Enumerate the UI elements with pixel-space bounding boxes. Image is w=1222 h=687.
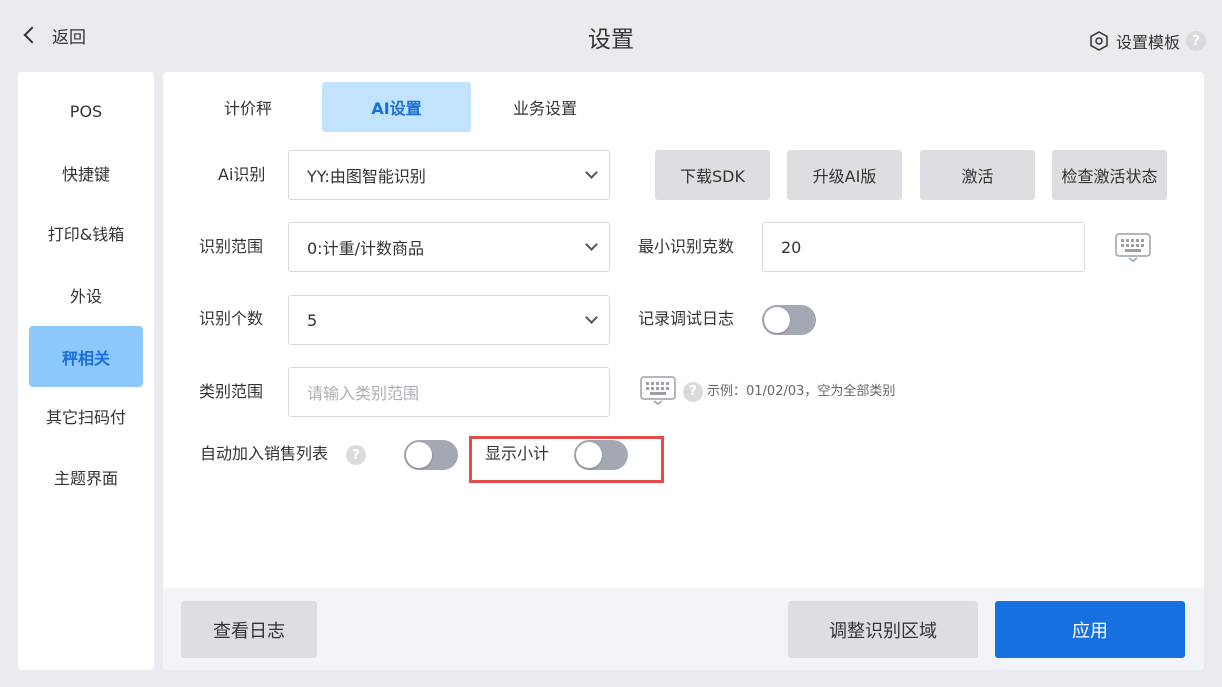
min-grams-value: 20 <box>781 237 802 257</box>
sidebar-item-shortcuts[interactable]: 快捷键 <box>29 142 143 203</box>
check-activation-button[interactable]: 检查激活状态 <box>1052 150 1167 200</box>
adjust-region-button[interactable]: 调整识别区域 <box>788 601 978 658</box>
sidebar: POS 快捷键 打印&钱箱 外设 秤相关 其它扫码付 主题界面 <box>18 72 154 670</box>
debug-log-label: 记录调试日志 <box>638 309 735 328</box>
main-panel: 计价秤 AI设置 业务设置 Ai识别 YY:由图智能识别 下载SDK 升级AI版… <box>163 72 1204 670</box>
sidebar-item-pos[interactable]: POS <box>29 81 143 142</box>
sidebar-item-scale[interactable]: 秤相关 <box>29 326 143 387</box>
tab-scale[interactable]: 计价秤 <box>193 82 303 132</box>
recognition-range-select[interactable]: 0:计重/计数商品 <box>288 222 610 272</box>
keyboard-icon[interactable] <box>640 376 676 406</box>
debug-log-toggle[interactable] <box>762 305 816 335</box>
sidebar-item-other-scan-pay[interactable]: 其它扫码付 <box>29 385 143 446</box>
page-title: 设置 <box>588 27 634 53</box>
activate-button[interactable]: 激活 <box>920 150 1035 200</box>
recognition-count-value: 5 <box>307 310 318 330</box>
chevron-down-icon <box>585 238 598 251</box>
settings-template-label: 设置模板 <box>1115 33 1180 52</box>
help-icon[interactable]: ? <box>346 445 366 465</box>
category-range-placeholder: 请输入类别范围 <box>307 384 420 403</box>
sidebar-item-theme[interactable]: 主题界面 <box>29 446 143 507</box>
category-range-hint: ? 示例：01/02/03，空为全部类别 <box>683 382 895 402</box>
tab-business-settings[interactable]: 业务设置 <box>490 82 600 132</box>
footer-bar: 查看日志 调整识别区域 应用 <box>163 588 1204 670</box>
keyboard-icon[interactable] <box>1115 233 1151 263</box>
settings-template-button[interactable]: 设置模板 ? <box>1090 29 1206 53</box>
recognition-range-value: 0:计重/计数商品 <box>307 239 424 258</box>
min-grams-input[interactable]: 20 <box>762 222 1085 272</box>
tab-ai-settings[interactable]: AI设置 <box>322 82 471 132</box>
recognition-count-select[interactable]: 5 <box>288 295 610 345</box>
top-bar: 返回 设置 设置模板 ? <box>0 0 1222 72</box>
auto-add-sales-toggle[interactable] <box>404 440 458 470</box>
sidebar-item-peripherals[interactable]: 外设 <box>29 264 143 325</box>
upgrade-ai-button[interactable]: 升级AI版 <box>787 150 902 200</box>
toggle-knob <box>406 442 432 468</box>
apply-button[interactable]: 应用 <box>995 601 1185 658</box>
download-sdk-button[interactable]: 下载SDK <box>655 150 770 200</box>
toggle-knob <box>576 442 602 468</box>
chevron-down-icon <box>585 311 598 324</box>
category-range-hint-text: 示例：01/02/03，空为全部类别 <box>707 384 896 399</box>
category-range-label: 类别范围 <box>199 382 264 401</box>
ai-recognition-label: Ai识别 <box>218 165 266 184</box>
toggle-knob <box>764 307 790 333</box>
show-subtotal-toggle[interactable] <box>574 440 628 470</box>
chevron-down-icon <box>585 166 598 179</box>
hexagon-settings-icon <box>1090 31 1108 51</box>
help-icon[interactable]: ? <box>1186 31 1206 51</box>
category-range-input[interactable]: 请输入类别范围 <box>288 367 610 417</box>
min-grams-label: 最小识别克数 <box>638 237 735 256</box>
recognition-count-label: 识别个数 <box>199 309 264 328</box>
help-icon[interactable]: ? <box>683 382 703 402</box>
sidebar-item-print-cashbox[interactable]: 打印&钱箱 <box>29 202 143 263</box>
show-subtotal-label: 显示小计 <box>485 444 550 463</box>
auto-add-sales-label: 自动加入销售列表 <box>200 444 329 463</box>
view-log-button[interactable]: 查看日志 <box>181 601 317 658</box>
ai-recognition-value: YY:由图智能识别 <box>307 167 426 186</box>
recognition-range-label: 识别范围 <box>199 237 264 256</box>
ai-recognition-select[interactable]: YY:由图智能识别 <box>288 150 610 200</box>
